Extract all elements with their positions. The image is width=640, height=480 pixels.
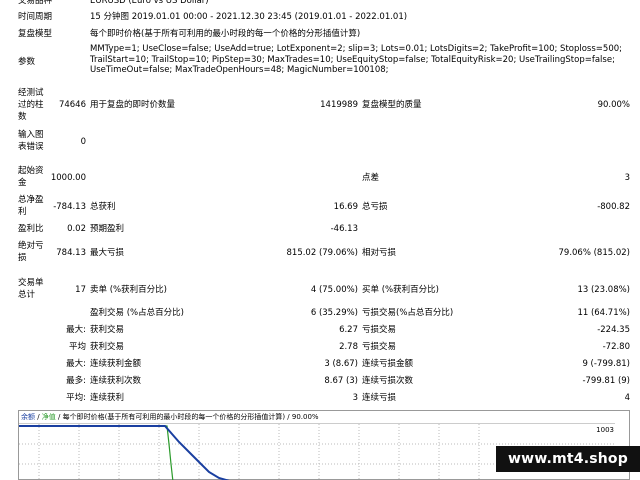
period-label: 时间周期 (18, 12, 53, 22)
avgcons-prefix: 平均: (66, 393, 86, 403)
short-label: 卖单 (%获利百分比) (90, 285, 167, 295)
ep-label: 预期盈利 (90, 224, 125, 234)
grossloss-value: -800.82 (597, 202, 630, 212)
short-value: 4 (75.00%) (310, 285, 358, 295)
md-value: 815.02 (79.06%) (286, 248, 359, 258)
row-netprofit: -784.13 总获利 16.69 总亏损 -800.82 (0, 200, 640, 214)
graph-title-balance: 余额 (21, 413, 35, 421)
graph-title-equity: 净值 (41, 413, 56, 421)
row-average: 平均 获利交易 2.78 亏损交易 -72.80 (0, 340, 640, 354)
balance-line (19, 425, 230, 480)
loss-trades-value: 11 (64.71%) (577, 308, 630, 318)
row-pf: 盈利比 0.02 预期盈利 -46.13 (0, 222, 640, 236)
maxconsp-win-value: 8.67 (3) (324, 376, 358, 386)
symbol-label: 交易品种 (18, 0, 53, 6)
ticks-value: 1419989 (320, 100, 358, 110)
ep-value: -46.13 (330, 224, 358, 234)
row-deposit: 1000.00 点差 3 (0, 171, 640, 185)
row-bars: 74646 用于复盘的即时价数量 1419989 复盘模型的质量 90.00% (0, 98, 640, 112)
avgcons-win-value: 3 (352, 393, 358, 403)
netprofit-value: -784.13 (53, 202, 86, 212)
maxconsp-loss-value: -799.81 (9) (582, 376, 630, 386)
maxconsp-loss-label: 连续亏损次数 (362, 376, 414, 386)
win-trades-value: 6 (35.29%) (310, 308, 358, 318)
grossprofit-value: 16.69 (333, 202, 358, 212)
maxconsp-prefix: 最多: (66, 376, 86, 386)
ticks-label: 用于复盘的即时价数量 (90, 100, 176, 110)
model-value: 每个即时价格(基于所有可利用的最小时段的每一个价格的分形插值计算) (90, 29, 361, 39)
rd-value: 79.06% (815.02) (558, 248, 631, 258)
grossprofit-label: 总获利 (90, 202, 116, 212)
long-label: 买单 (%获利百分比) (362, 285, 439, 295)
maxcons-win-label: 连续获利金额 (90, 359, 142, 369)
spread-value: 3 (624, 173, 630, 183)
row-errors: 0 (0, 135, 640, 149)
average-win-label: 获利交易 (90, 342, 125, 352)
symbol-value: EURUSD (Euro vs US Dollar) (90, 0, 209, 6)
rd-label: 相对亏损 (362, 248, 397, 258)
params-label: 参数 (18, 57, 36, 67)
largest-win-value: 6.27 (339, 325, 358, 335)
spread-label: 点差 (362, 173, 380, 183)
deposit-value: 1000.00 (50, 173, 86, 183)
maxcons-win-value: 3 (8.67) (324, 359, 358, 369)
row-model: 复盘模型 每个即时价格(基于所有可利用的最小时段的每一个价格的分形插值计算) (0, 27, 640, 41)
average-loss-value: -72.80 (602, 342, 630, 352)
avgcons-loss-value: 4 (624, 393, 630, 403)
row-avgcons: 平均: 连续获利 3 连续亏损 4 (0, 391, 640, 405)
y-tick-top: 1003 (596, 426, 614, 434)
params-value: MMType=1; UseClose=false; UseAdd=true; L… (90, 44, 622, 75)
maxcons-loss-label: 连续亏损金额 (362, 359, 414, 369)
avgcons-loss-label: 连续亏损 (362, 393, 397, 403)
trades-value: 17 (75, 285, 86, 295)
loss-trades-label: 亏损交易(%占总百分比) (362, 308, 454, 318)
bars-label-3: 数 (18, 112, 27, 122)
quality-label: 复盘模型的质量 (362, 100, 422, 110)
largest-win-label: 获利交易 (90, 325, 125, 335)
maxcons-prefix: 最大: (66, 359, 86, 369)
row-period: 时间周期 15 分钟图 2019.01.01 00:00 - 2021.12.3… (0, 10, 640, 24)
maxcons-loss-value: 9 (-799.81) (582, 359, 630, 369)
avgcons-win-label: 连续获利 (90, 393, 125, 403)
largest-prefix: 最大: (66, 325, 86, 335)
model-label: 复盘模型 (18, 29, 53, 39)
largest-loss-value: -224.35 (597, 325, 630, 335)
graph-title-sep: / (35, 413, 42, 421)
average-loss-label: 亏损交易 (362, 342, 397, 352)
pf-value: 0.02 (67, 224, 86, 234)
watermark-banner: www.mt4.shop (496, 446, 640, 472)
md-label: 最大亏损 (90, 248, 125, 258)
maxconsp-win-label: 连续获利次数 (90, 376, 142, 386)
row-trades: 17 卖单 (%获利百分比) 4 (75.00%) 买单 (%获利百分比) 13… (0, 283, 640, 297)
bars-value: 74646 (58, 100, 86, 110)
dd-value: 784.13 (56, 248, 86, 258)
row-profitloss: 盈利交易 (%占总百分比) 6 (35.29%) 亏损交易(%占总百分比) 11… (0, 306, 640, 320)
graph-title: 余额 / 净值 / 每个即时价格(基于所有可利用的最小时段的每一个价格的分形插值… (21, 412, 319, 422)
quality-value: 90.00% (597, 100, 630, 110)
row-dd: 784.13 最大亏损 815.02 (79.06%) 相对亏损 79.06% … (0, 246, 640, 260)
errors-value: 0 (80, 137, 86, 147)
long-value: 13 (23.08%) (577, 285, 630, 295)
largest-loss-label: 亏损交易 (362, 325, 397, 335)
grossloss-label: 总亏损 (362, 202, 388, 212)
average-win-value: 2.78 (339, 342, 358, 352)
equity-line (19, 425, 174, 480)
row-largest: 最大: 获利交易 6.27 亏损交易 -224.35 (0, 323, 640, 337)
graph-title-rest: / 每个即时价格(基于所有可利用的最小时段的每一个价格的分形插值计算) / 90… (55, 413, 319, 421)
row-maxcons: 最大: 连续获利金额 3 (8.67) 连续亏损金额 9 (-799.81) (0, 357, 640, 371)
period-value: 15 分钟图 2019.01.01 00:00 - 2021.12.30 23:… (90, 12, 408, 22)
row-maxconsp: 最多: 连续获利次数 8.67 (3) 连续亏损次数 -799.81 (9) (0, 374, 640, 388)
average-prefix: 平均 (68, 342, 86, 352)
row-symbol: 交易品种 EURUSD (Euro vs US Dollar) (0, 0, 640, 8)
win-trades-label: 盈利交易 (%占总百分比) (90, 308, 184, 318)
